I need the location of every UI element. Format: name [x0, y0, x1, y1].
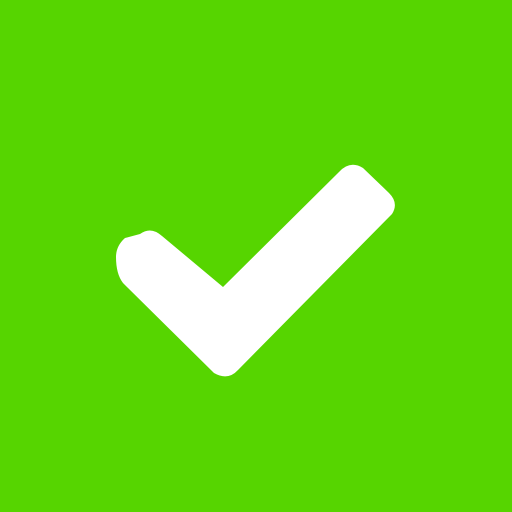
checkmark-icon-svg: [116, 164, 395, 377]
checkmark-icon: [0, 0, 512, 512]
checkmark-tile: [0, 0, 512, 512]
checkmark-glyph: [116, 164, 395, 377]
